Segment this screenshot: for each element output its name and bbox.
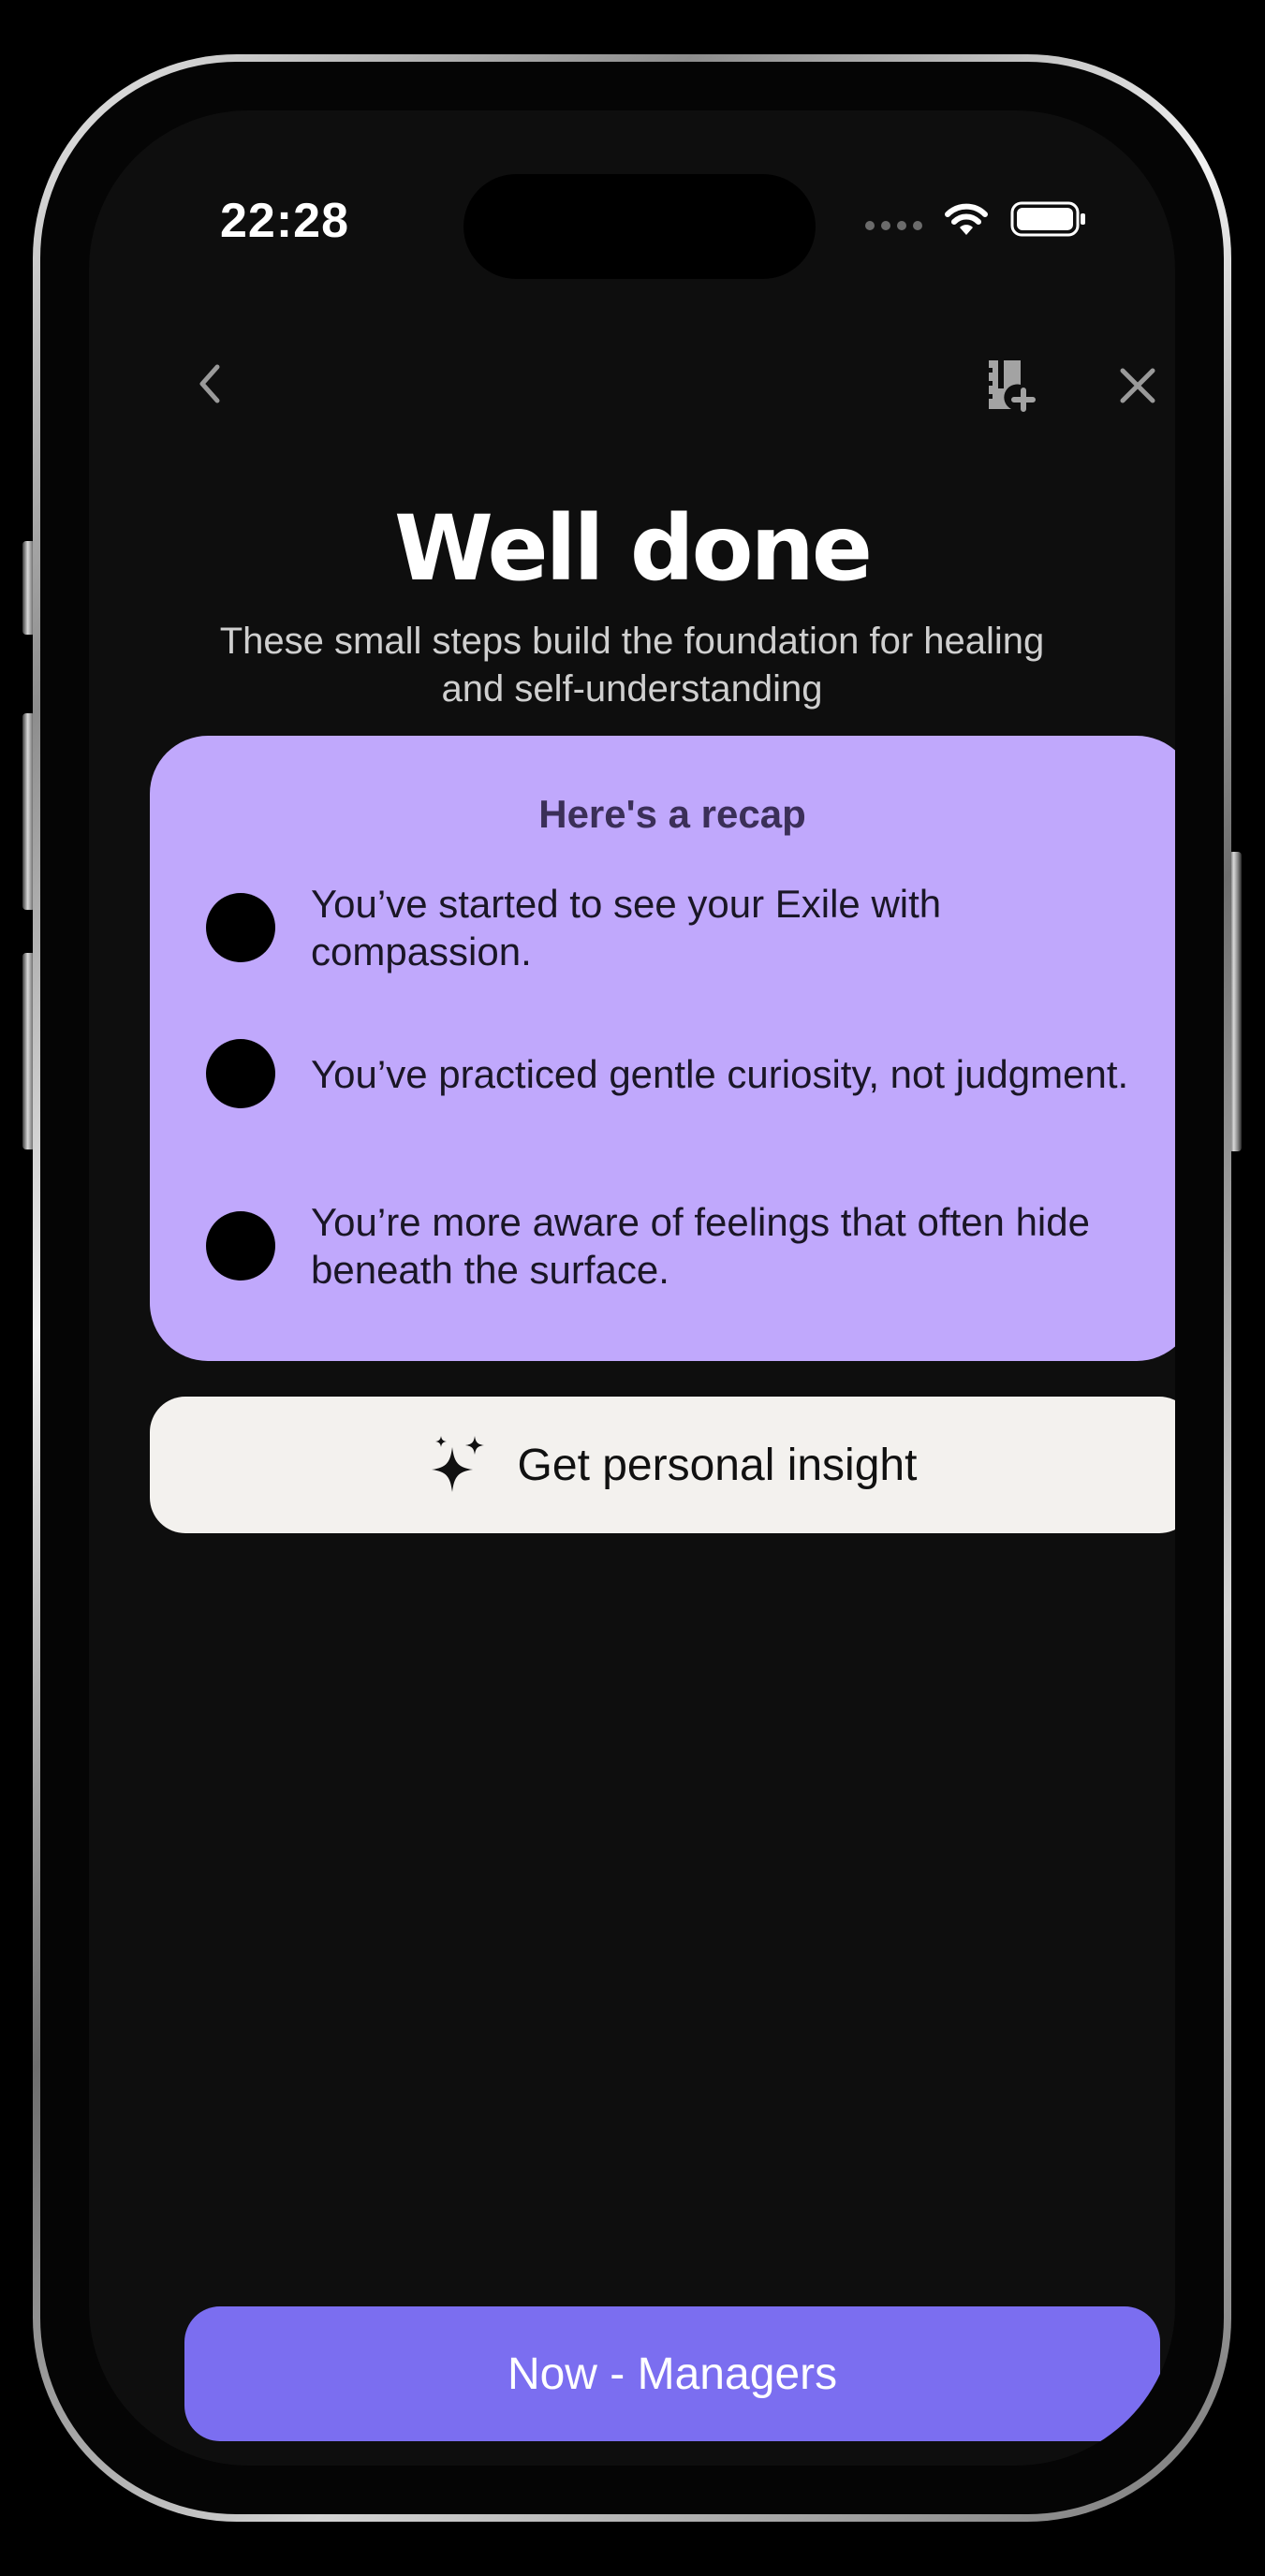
bullet-dot bbox=[206, 893, 275, 962]
bullet-dot bbox=[206, 1211, 275, 1281]
recap-item-text: You’re more aware of feelings that often… bbox=[311, 1200, 1090, 1292]
chevron-left-icon bbox=[199, 364, 220, 403]
status-time: 22:28 bbox=[220, 194, 349, 248]
status-icons bbox=[865, 200, 1087, 238]
recap-item-text: You’ve practiced gentle curiosity, not j… bbox=[311, 1051, 1129, 1096]
wifi-icon bbox=[945, 203, 988, 235]
get-personal-insight-label: Get personal insight bbox=[517, 1440, 918, 1490]
page-title: Well done bbox=[394, 496, 873, 601]
phone-frame: 22:28 Well done These small steps build … bbox=[33, 54, 1231, 2522]
recap-item: You’ve practiced gentle curiosity, not j… bbox=[206, 1039, 1139, 1108]
journal-add-button[interactable] bbox=[977, 352, 1042, 417]
close-icon bbox=[1120, 368, 1155, 403]
sparkles-icon bbox=[431, 1436, 484, 1492]
back-button[interactable] bbox=[183, 356, 239, 412]
battery-icon bbox=[1010, 201, 1085, 237]
recap-item: You’ve started to see your Exile with co… bbox=[206, 880, 1139, 975]
next-managers-button[interactable]: Now - Managers bbox=[184, 2306, 1160, 2441]
phone-bezel: 22:28 Well done These small steps build … bbox=[40, 62, 1224, 2514]
recap-title: Here's a recap bbox=[538, 792, 806, 836]
dynamic-island bbox=[463, 174, 816, 279]
close-button[interactable] bbox=[1108, 356, 1168, 416]
page-subtitle: These small steps build the foundation f… bbox=[219, 621, 1045, 710]
next-managers-label: Now - Managers bbox=[507, 2349, 838, 2399]
bullet-dot bbox=[206, 1039, 275, 1108]
screen: 22:28 Well done These small steps build … bbox=[89, 110, 1175, 2466]
recap-item: You’re more aware of feelings that often… bbox=[206, 1198, 1139, 1294]
get-personal-insight-button[interactable]: Get personal insight bbox=[150, 1397, 1175, 1533]
recap-item-text: You’ve started to see your Exile with co… bbox=[311, 882, 942, 973]
recap-card: Here's a recap You’ve started to see you… bbox=[150, 736, 1175, 1361]
signal-icon bbox=[865, 221, 922, 230]
journal-add-icon bbox=[983, 360, 1036, 412]
